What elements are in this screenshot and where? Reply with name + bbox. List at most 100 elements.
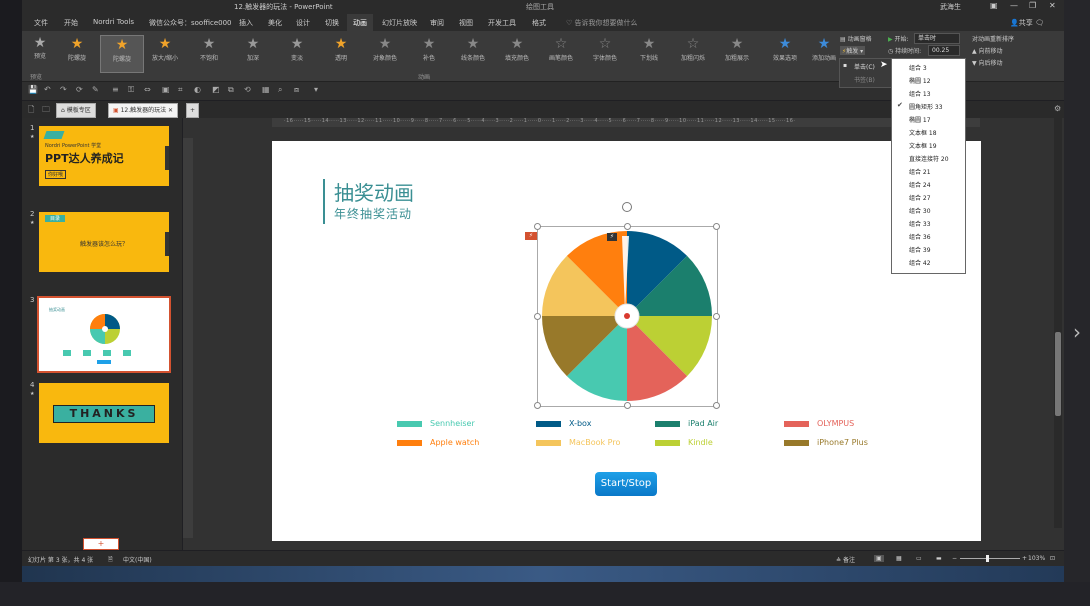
object-item[interactable]: 组合 42 (909, 258, 931, 267)
user-name[interactable]: 武海生 (940, 2, 961, 12)
slide-subtitle[interactable]: 年终抽奖活动 (334, 205, 412, 222)
move-later-button[interactable]: ▼ 向后移动 (972, 58, 1003, 67)
object-item[interactable]: 组合 21 (909, 167, 931, 176)
group-icon[interactable]: ▣ (162, 85, 170, 94)
menu-item-on-click[interactable]: 单击(C) (854, 62, 875, 71)
add-slide-button[interactable]: + (83, 538, 119, 550)
tab-home[interactable]: 开始 (64, 18, 78, 28)
object-item[interactable]: 组合 33 (909, 219, 931, 228)
maximize-icon[interactable]: ❐ (1029, 1, 1036, 10)
doc-tab-current[interactable]: ▣ 12.触发器的玩法 ✕ (108, 103, 179, 118)
rotate-icon[interactable]: ⟲ (244, 85, 251, 94)
object-item-checked[interactable]: 圆角矩形 33 (909, 102, 943, 111)
effect-9[interactable]: ★ 线条颜色 (452, 35, 494, 71)
object-item[interactable]: 组合 30 (909, 206, 931, 215)
search-icon[interactable]: ⌕ (278, 85, 282, 95)
close-icon[interactable]: ✕ (168, 107, 173, 114)
tab-review[interactable]: 审阅 (430, 18, 444, 28)
tab-file[interactable]: 文件 (34, 18, 48, 28)
object-item[interactable]: 组合 3 (909, 63, 927, 72)
slide-thumbnail-2[interactable]: 目录 触发器该怎么玩？ (39, 212, 169, 285)
slide-thumbnail-4[interactable]: THANKS (39, 383, 169, 456)
effect-14[interactable]: ☆ 加粗闪烁 (672, 35, 714, 71)
resize-handle[interactable] (713, 402, 720, 409)
resize-handle[interactable] (534, 313, 541, 320)
undo-icon[interactable]: ↶ (44, 85, 51, 94)
menu-item-bookmark[interactable]: 书签(B) (854, 75, 875, 84)
effect-options-button[interactable]: ★ 效果选项 (770, 35, 800, 71)
tab-beautify[interactable]: 美化 (268, 18, 282, 28)
comment-icon[interactable]: 🗨 (1035, 19, 1044, 27)
effect-5[interactable]: ★ 变淡 (276, 35, 318, 71)
effect-2[interactable]: ★ 放大/缩小 (144, 35, 186, 71)
effect-12[interactable]: ☆ 字体颜色 (584, 35, 626, 71)
tell-me-search[interactable]: ♡ 告诉我你想要做什么 (566, 18, 638, 28)
object-item[interactable]: 组合 13 (909, 89, 931, 98)
object-item[interactable]: 直接连接符 20 (909, 154, 949, 163)
zoom-level[interactable]: 103% (1028, 555, 1045, 562)
normal-view-icon[interactable]: ▣ (874, 555, 884, 562)
reading-view-icon[interactable]: ▭ (916, 555, 922, 562)
slide-thumbnail-3[interactable]: 抽奖动画 (37, 296, 171, 373)
minimize-icon[interactable]: — (1010, 1, 1018, 10)
slide-canvas[interactable]: 抽奖动画 年终抽奖活动 ⚡ ⚡ Sennheiser X-box iPad Ai… (272, 141, 981, 541)
folder-icon[interactable]: 🗀 (42, 104, 50, 118)
distribute-icon[interactable]: ⇔ (144, 85, 151, 94)
tab-nordri-tools[interactable]: Nordri Tools (93, 18, 134, 26)
new-tab-button[interactable]: + (186, 103, 200, 118)
object-item[interactable]: 椭圆 17 (909, 115, 931, 124)
zoom-slider-knob[interactable] (986, 555, 989, 562)
ribbon-display-icon[interactable]: ▣ (990, 1, 998, 10)
repeat-icon[interactable]: ⟳ (76, 85, 83, 94)
zoom-out-icon[interactable]: − (952, 555, 957, 562)
slideshow-icon[interactable]: ▬ (936, 555, 942, 562)
close-icon[interactable]: ✕ (1049, 1, 1056, 10)
scrollbar-thumb[interactable] (1055, 332, 1061, 416)
start-dropdown[interactable]: 单击时 (914, 33, 960, 44)
object-item[interactable]: 组合 39 (909, 245, 931, 254)
layers-icon[interactable]: ⧈ (294, 85, 299, 95)
object-item[interactable]: 组合 36 (909, 232, 931, 241)
slide-title[interactable]: 抽奖动画 (334, 177, 414, 206)
tab-developer[interactable]: 开发工具 (488, 18, 516, 28)
resize-handle[interactable] (624, 223, 631, 230)
object-item[interactable]: 文本框 19 (909, 141, 937, 150)
zoom-in-icon[interactable]: + (1022, 555, 1027, 562)
doc-tab-templates[interactable]: ⌂ 模板专区 (56, 103, 96, 118)
language-indicator[interactable]: 中文(中国) (123, 555, 152, 564)
slide-thumbnail-1[interactable]: Nordri PowerPoint 学堂 PPT达人养成记 你好哦 (39, 126, 169, 199)
add-animation-button[interactable]: ★ 添加动画 (808, 35, 840, 71)
object-item[interactable]: 组合 27 (909, 193, 931, 202)
effect-0[interactable]: ★ 陀螺旋 (56, 35, 98, 71)
crop-icon[interactable]: ⌗ (178, 85, 183, 95)
effect-11[interactable]: ☆ 画笔颜色 (540, 35, 582, 71)
effect-6[interactable]: ★ 透明 (320, 35, 362, 71)
shape-icon[interactable]: ◩ (212, 85, 220, 94)
spellcheck-icon[interactable]: 🗎 (108, 555, 113, 565)
tab-wechat[interactable]: 微信公众号：sooffice000 (149, 18, 232, 28)
move-earlier-button[interactable]: ▲ 向前移动 (972, 46, 1003, 55)
animation-pane-button[interactable]: ▤ 动画窗格 (840, 34, 872, 43)
fit-slide-icon[interactable]: ⊡ (1050, 555, 1055, 562)
save-icon[interactable]: 💾 (28, 85, 38, 94)
rotate-handle[interactable] (622, 202, 632, 212)
fill-icon[interactable]: ◐ (194, 85, 201, 94)
tab-transitions[interactable]: 切换 (325, 18, 339, 28)
tab-format[interactable]: 格式 (532, 18, 546, 28)
preview-button[interactable]: ★ 预览 (28, 35, 52, 71)
zoom-slider[interactable] (960, 558, 1020, 559)
redo-icon[interactable]: ↷ (60, 85, 67, 94)
align-icon[interactable]: ≡ (112, 85, 119, 94)
effect-10[interactable]: ★ 填充颜色 (496, 35, 538, 71)
effect-8[interactable]: ★ 补色 (408, 35, 450, 71)
duration-input[interactable]: 00.25 (928, 45, 960, 56)
arrange-icon[interactable]: ⧉ (228, 85, 234, 95)
tab-insert[interactable]: 插入 (239, 18, 253, 28)
tab-design[interactable]: 设计 (296, 18, 310, 28)
format-painter-icon[interactable]: ✎ (92, 85, 99, 94)
effect-7[interactable]: ★ 对象颜色 (364, 35, 406, 71)
share-button[interactable]: 👤共享 🗨 (1010, 18, 1044, 28)
lock-icon[interactable]: ⚿ (128, 85, 134, 95)
trigger-button[interactable]: ⚡触发 ▾ (840, 46, 866, 55)
prize-wheel[interactable] (542, 231, 712, 401)
